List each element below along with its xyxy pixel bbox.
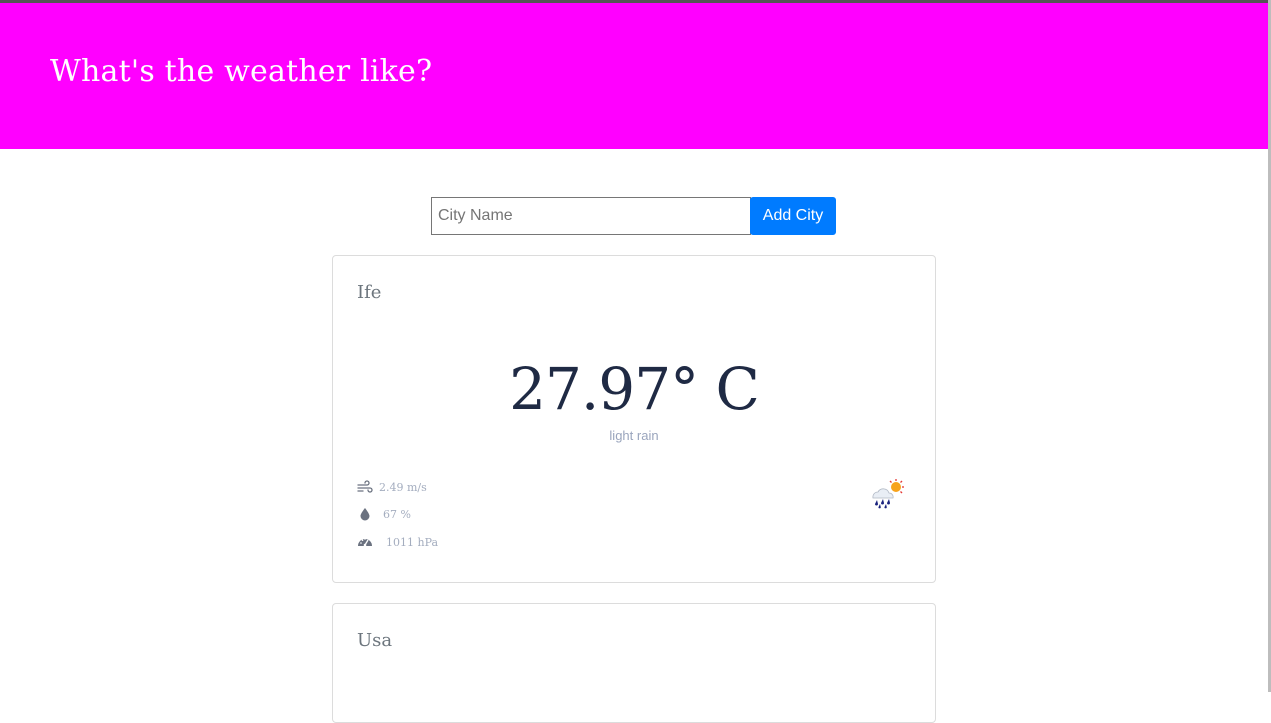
add-city-form: Add City [431, 197, 836, 235]
pressure-value: 1011 hPa [386, 535, 439, 549]
pressure-stat: 1011 hPa [357, 534, 438, 550]
gauge-icon [357, 534, 373, 550]
wind-speed-value: 2.49 m/s [379, 480, 427, 494]
page-header: What's the weather like? [0, 3, 1268, 149]
card-city-name: Usa [357, 630, 393, 651]
humidity-stat: 67 % [357, 506, 411, 522]
weather-card: Usa [332, 603, 936, 723]
weather-card: Ife 27.97° C light rain 2.49 m/s 67 % 10… [332, 255, 936, 583]
page-title: What's the weather like? [50, 54, 433, 89]
droplet-icon [357, 506, 373, 522]
city-name-input[interactable] [431, 197, 751, 235]
weather-description: light rain [609, 428, 659, 443]
wind-icon [357, 479, 373, 495]
temperature-value: 27.97° C [509, 355, 760, 423]
humidity-value: 67 % [383, 507, 411, 521]
rain-sun-icon [867, 478, 907, 512]
wind-stat: 2.49 m/s [357, 479, 427, 495]
card-city-name: Ife [357, 282, 382, 303]
add-city-button[interactable]: Add City [750, 197, 836, 235]
